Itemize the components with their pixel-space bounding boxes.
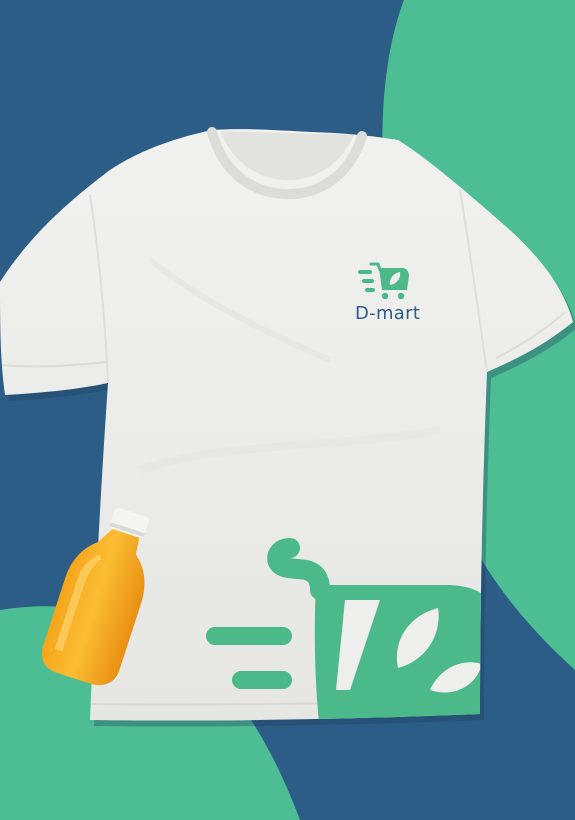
small-speed-line bbox=[362, 279, 374, 283]
speed-line-bottom bbox=[232, 671, 292, 689]
speed-line-top bbox=[206, 627, 292, 645]
small-speed-line bbox=[358, 270, 372, 274]
small-cart-wheel bbox=[381, 292, 389, 300]
small-cart-wheel bbox=[397, 292, 405, 300]
small-speed-line bbox=[365, 288, 375, 292]
product-mockup-scene bbox=[0, 0, 575, 820]
chest-logo-wordmark: D-mart bbox=[355, 303, 421, 324]
